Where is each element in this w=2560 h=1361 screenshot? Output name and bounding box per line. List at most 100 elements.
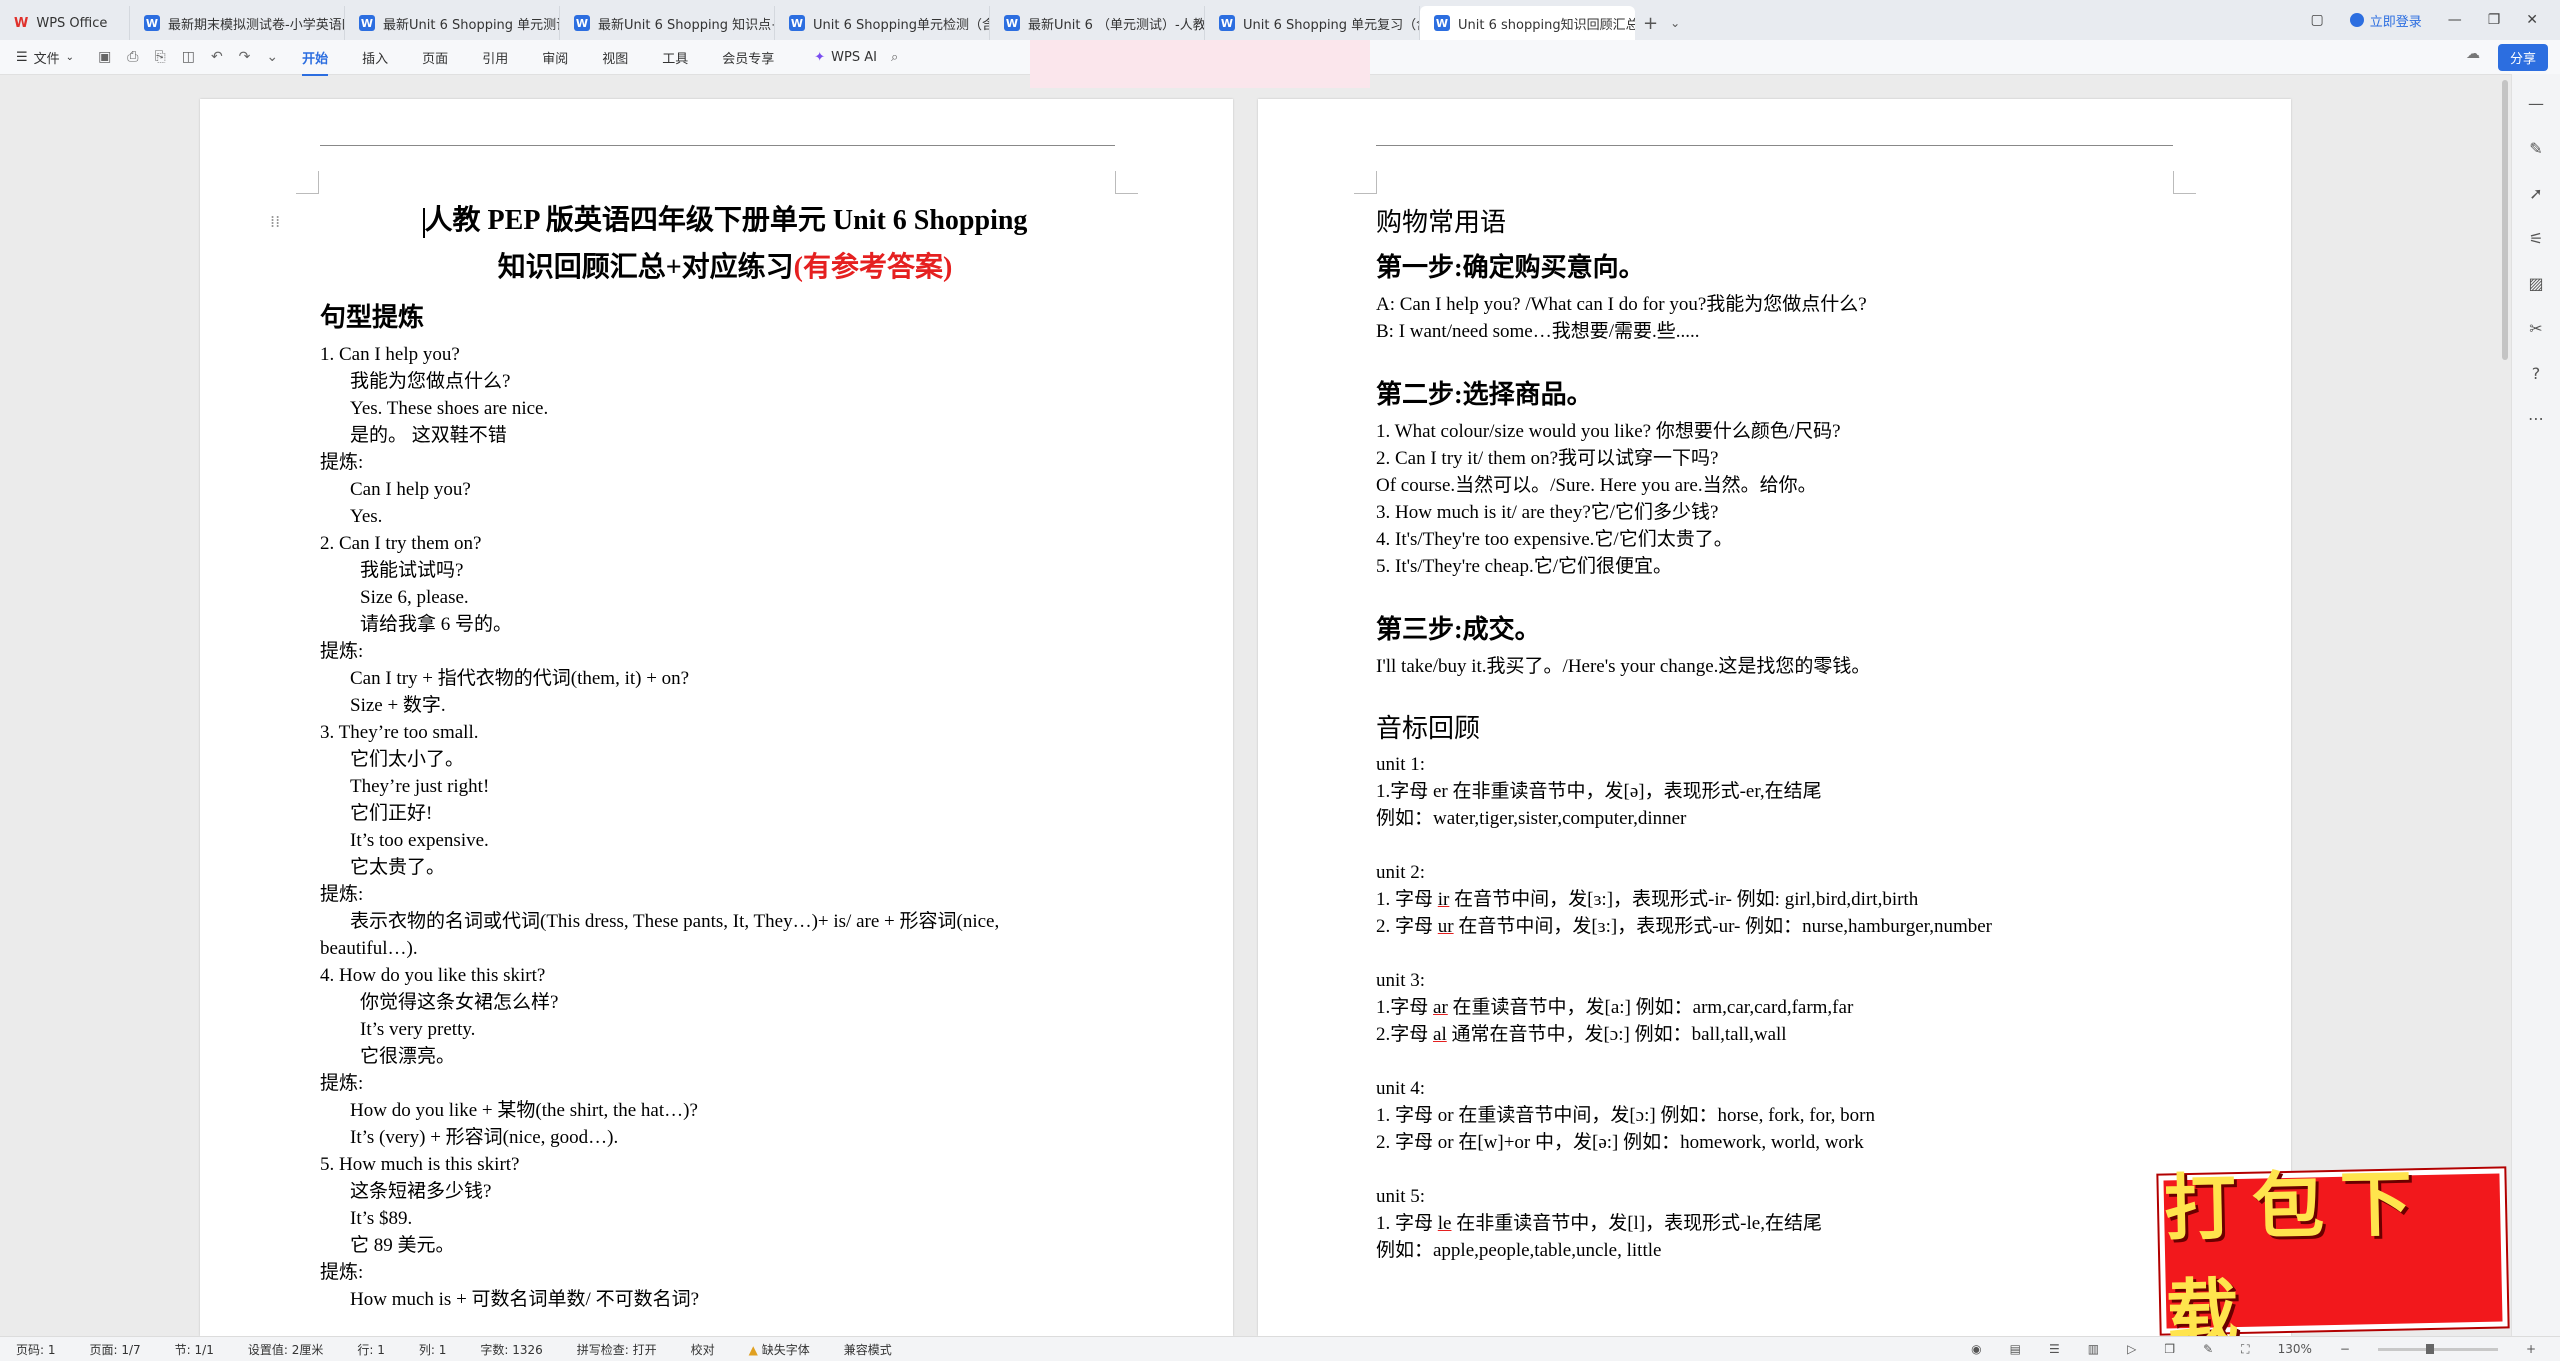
more-icon[interactable]: ⋯ bbox=[2528, 409, 2544, 428]
eye-icon[interactable]: ◉ bbox=[1971, 1342, 1981, 1356]
doc-line: 3. How much is it/ are they?它/它们多少钱? bbox=[1376, 502, 1719, 523]
print-icon[interactable]: ⎘ bbox=[155, 49, 166, 65]
tab-item[interactable]: W 最新Unit 6 （单元测试）-人教PEP版 bbox=[990, 6, 1205, 40]
margin-corner bbox=[2173, 171, 2196, 194]
ribbon-tab[interactable]: 插入 bbox=[362, 48, 388, 67]
preview-icon[interactable]: ◫ bbox=[182, 49, 195, 65]
ribbon-tab[interactable]: 会员专享 bbox=[722, 48, 774, 67]
tab-item[interactable]: W 最新期末模拟测试卷-小学英语四年级 bbox=[130, 6, 345, 40]
vertical-scrollbar[interactable] bbox=[2502, 80, 2508, 360]
doc-subtitle-answer-note: (有参考答案) bbox=[793, 252, 953, 283]
line-text: 在音节中间，发[ɜ:]，表现形式-ir- 例如: girl,bird,dirt,… bbox=[1449, 889, 1919, 910]
minus-icon[interactable]: — bbox=[2528, 94, 2544, 113]
download-badge[interactable]: 打包下载 bbox=[2158, 1161, 2508, 1355]
status-row[interactable]: 行: 1 bbox=[357, 1341, 385, 1358]
play-icon[interactable]: ▷ bbox=[2127, 1342, 2136, 1356]
ribbon-tab[interactable]: 视图 bbox=[602, 48, 628, 67]
chevron-down-icon: ⌄ bbox=[65, 51, 75, 63]
status-section[interactable]: 节: 1/1 bbox=[175, 1341, 214, 1358]
export-icon[interactable]: ⎙ bbox=[127, 49, 138, 65]
doc-line: 它太贵了。 bbox=[350, 857, 446, 878]
edit-icon[interactable]: ✎ bbox=[2203, 1342, 2213, 1356]
doc-title-text: 人教 PEP 版英语四年级下册单元 Unit 6 Shopping bbox=[424, 205, 1028, 236]
status-right: ◉ ▤ ☰ ▥ ▷ ❒ ✎ ⛶ 130% − + bbox=[1971, 1342, 2560, 1357]
chevron-down-icon[interactable]: ⌄ bbox=[266, 49, 278, 65]
zoom-out-icon[interactable]: − bbox=[2340, 1342, 2350, 1356]
pen-icon[interactable]: ✎ bbox=[2529, 139, 2542, 158]
cursor-icon[interactable]: ➚ bbox=[2529, 184, 2542, 203]
read-view-icon[interactable]: ❒ bbox=[2164, 1342, 2175, 1356]
minimize-icon[interactable]: — bbox=[2448, 12, 2462, 28]
help-icon[interactable]: ? bbox=[2532, 364, 2541, 383]
doc-line: How much is + 可数名词单数/ 不可数名词? bbox=[350, 1289, 700, 1310]
status-missing-font[interactable]: ▲ 缺失字体 bbox=[749, 1341, 810, 1358]
ribbon-tab[interactable]: 审阅 bbox=[542, 48, 568, 67]
web-view-icon[interactable]: ☰ bbox=[2049, 1342, 2060, 1356]
tab-item[interactable]: W Unit 6 Shopping单元检测（含答案） bbox=[775, 6, 990, 40]
drag-handle-icon[interactable]: ⁞⁞ bbox=[270, 212, 280, 231]
doc-line: How do you like + 某物(the shirt, the hat…… bbox=[350, 1100, 698, 1121]
undo-icon[interactable]: ↶ bbox=[211, 49, 223, 65]
close-icon[interactable]: ✕ bbox=[2526, 12, 2538, 28]
adjust-icon[interactable]: ⚟ bbox=[2529, 229, 2543, 248]
ribbon-menu: 开始 插入 页面 引用 审阅 视图 工具 会员专享 bbox=[302, 48, 774, 76]
chevron-down-icon[interactable]: ⌄ bbox=[1670, 16, 1680, 30]
tab-label: 最新Unit 6 （单元测试）-人教PEP版 bbox=[1028, 17, 1205, 33]
save-icon[interactable]: ▣ bbox=[98, 49, 111, 65]
status-spell-check[interactable]: 拼写检查: 打开 bbox=[577, 1341, 657, 1358]
zoom-slider[interactable] bbox=[2377, 1343, 2498, 1354]
line-text: 在音节中间，发[ɜ:]，表现形式-ur- 例如：nurse,hamburger,… bbox=[1453, 916, 1992, 937]
doc-line: 例如：apple,people,table,uncle, little bbox=[1376, 1237, 1992, 1264]
status-proofread[interactable]: 校对 bbox=[691, 1341, 715, 1358]
underlined-letters: ur bbox=[1437, 916, 1454, 937]
tab-label: 最新Unit 6 Shopping 知识点+提升 bbox=[598, 17, 774, 33]
doc-line: 例如：water,tiger,sister,computer,dinner bbox=[1376, 805, 1992, 832]
image-icon[interactable]: ▨ bbox=[2528, 274, 2543, 293]
doc-line: 它们正好! bbox=[350, 803, 433, 824]
ribbon-tab[interactable]: 开始 bbox=[302, 48, 329, 76]
doc-line: It’s very pretty. bbox=[360, 1019, 476, 1040]
file-menu-button[interactable]: ☰ 文件 ⌄ bbox=[0, 48, 88, 67]
redo-icon[interactable]: ↷ bbox=[239, 49, 251, 65]
cloud-icon[interactable]: ☁ bbox=[2466, 46, 2480, 62]
status-setting[interactable]: 设置值: 2厘米 bbox=[248, 1341, 324, 1358]
line-text: 1. 字母 bbox=[1376, 889, 1438, 910]
document-page-1[interactable]: 人教 PEP 版英语四年级下册单元 Unit 6 Shopping 知识回顾汇总… bbox=[200, 99, 1233, 1336]
status-page-number[interactable]: 页码: 1 bbox=[16, 1341, 56, 1358]
zoom-in-icon[interactable]: + bbox=[2526, 1342, 2536, 1356]
outline-view-icon[interactable]: ▥ bbox=[2088, 1342, 2099, 1356]
doc-line: Of course.当然可以。/Sure. Here you are.当然。给你… bbox=[1376, 475, 1817, 496]
restore-icon[interactable]: ❐ bbox=[2488, 12, 2501, 28]
doc-line: 提炼: bbox=[320, 641, 364, 662]
line-text: 通常在音节中，发[ɔ:] 例如：ball,tall,wall bbox=[1446, 1024, 1787, 1045]
tab-item[interactable]: W Unit 6 Shopping 单元复习（含答案） bbox=[1205, 6, 1420, 40]
doc-line: 4. It's/They're too expensive.它/它们太贵了。 bbox=[1376, 529, 1733, 550]
wps-ai-button[interactable]: ✦ WPS AI bbox=[814, 50, 877, 65]
doc-line: Can I help you? bbox=[350, 479, 471, 500]
ribbon-tab[interactable]: 工具 bbox=[662, 48, 688, 67]
ribbon-tab[interactable]: 页面 bbox=[422, 48, 448, 67]
search-icon[interactable]: ⌕ bbox=[891, 50, 898, 65]
status-pages[interactable]: 页面: 1/7 bbox=[90, 1341, 141, 1358]
fit-icon[interactable]: ⛶ bbox=[2241, 1342, 2249, 1357]
ribbon-tab[interactable]: 引用 bbox=[482, 48, 508, 67]
status-word-count[interactable]: 字数: 1326 bbox=[480, 1341, 542, 1358]
tab-controls: + ⌄ bbox=[1643, 6, 1680, 40]
login-button[interactable]: 立即登录 bbox=[2349, 11, 2422, 30]
page-view-icon[interactable]: ▤ bbox=[2010, 1342, 2021, 1356]
line-text: 在非重读音节中，发[l]，表现形式-le,在结尾 bbox=[1451, 1213, 1822, 1234]
layout-icon[interactable]: ▢ bbox=[2310, 12, 2323, 28]
doc-line: Size + 数字. bbox=[350, 695, 446, 716]
share-button[interactable]: 分享 bbox=[2497, 44, 2548, 71]
tab-item[interactable]: W 最新Unit 6 Shopping 知识点+提升 bbox=[560, 6, 775, 40]
zoom-level[interactable]: 130% bbox=[2278, 1342, 2312, 1356]
tab-item[interactable]: WUnit 6 shopping知识回顾汇总✕ bbox=[1420, 6, 1635, 40]
new-tab-icon[interactable]: + bbox=[1643, 13, 1658, 34]
tools-icon[interactable]: ✂ bbox=[2529, 319, 2542, 338]
document-page-2[interactable]: 购物常用语 第一步:确定购买意向。 A: Can I help you? /Wh… bbox=[1258, 99, 2291, 1336]
doc-line: 提炼: bbox=[320, 1073, 364, 1094]
status-col[interactable]: 列: 1 bbox=[419, 1341, 447, 1358]
tab-item[interactable]: W WPS Office bbox=[0, 6, 130, 40]
header-rule bbox=[320, 145, 1115, 146]
tab-item[interactable]: W 最新Unit 6 Shopping 单元测试（ bbox=[345, 6, 560, 40]
